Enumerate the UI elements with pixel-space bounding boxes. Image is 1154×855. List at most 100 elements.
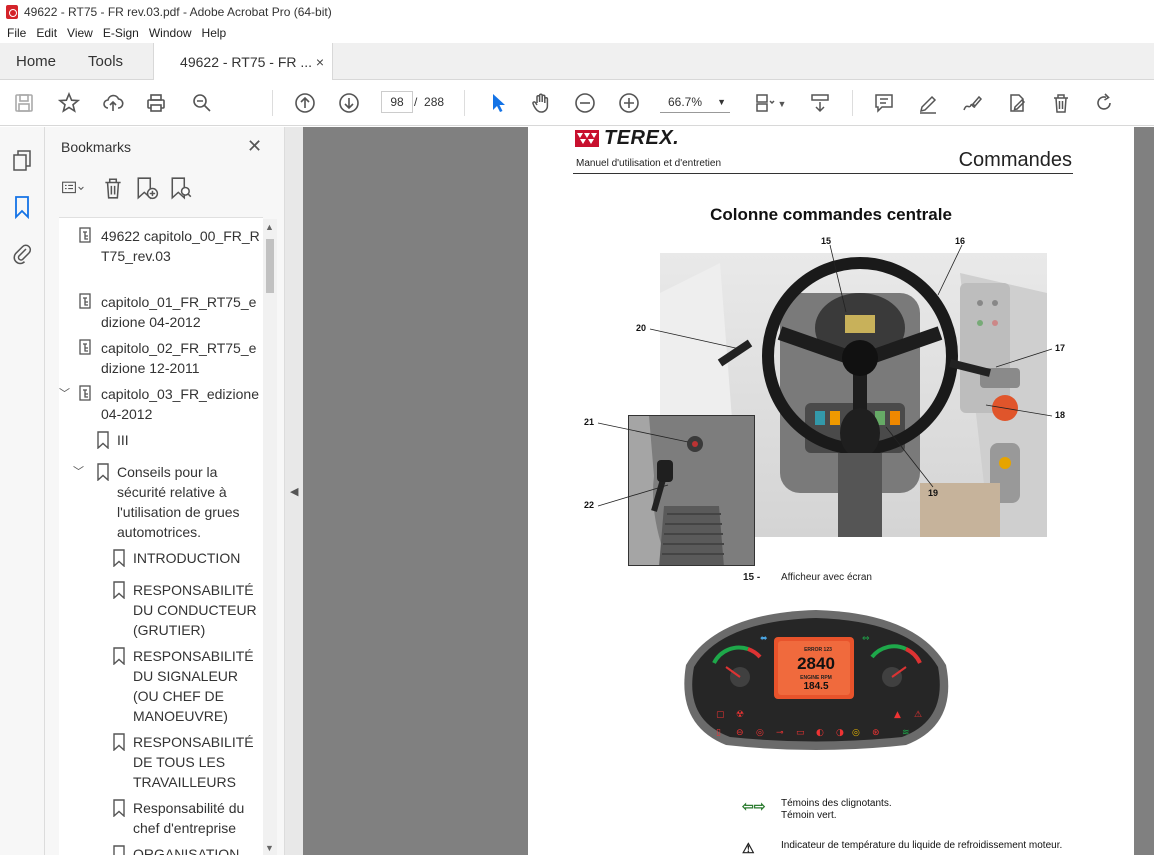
bookmark-label: ORGANISATION <box>133 846 240 855</box>
star-icon[interactable] <box>57 92 81 114</box>
svg-text:◑: ◑ <box>836 728 844 738</box>
fit-chevron-down-icon[interactable]: ▼ <box>777 93 787 115</box>
bookmark-label: Responsabilité du chef d'entreprise <box>133 800 245 836</box>
bookmark-icon <box>111 581 127 600</box>
page-number-input[interactable]: 98 <box>381 91 413 113</box>
close-icon[interactable]: ✕ <box>247 136 262 157</box>
delete-bookmark-icon[interactable] <box>101 176 125 200</box>
title-bar: 49622 - RT75 - FR rev.03.pdf - Adobe Acr… <box>0 0 1154 23</box>
trash-icon[interactable] <box>1049 92 1073 114</box>
bookmark-label: RESPONSABILITÉ DU SIGNALEUR (OU CHEF DE … <box>133 648 254 724</box>
zoom-select[interactable]: 66.7% ▼ <box>660 91 730 113</box>
menu-bar: File Edit View E-Sign Window Help <box>0 23 1154 43</box>
bookmarks-icon[interactable] <box>11 195 33 220</box>
bookmark-tree-icon <box>79 339 95 357</box>
page-down-icon[interactable] <box>337 92 361 114</box>
svg-text:⊸: ⊸ <box>776 728 784 738</box>
menu-edit[interactable]: Edit <box>31 26 62 40</box>
bookmark-icon <box>111 647 127 666</box>
menu-window[interactable]: Window <box>144 26 197 40</box>
scroll-mode-icon[interactable] <box>808 92 832 114</box>
turn-signal-icon: ⇦⇨ <box>742 798 766 814</box>
document-view[interactable]: TEREX. Manuel d'utilisation et d'entreti… <box>303 127 1154 855</box>
chevron-down-icon[interactable]: ﹀ <box>73 462 84 482</box>
bookmark-icon <box>111 845 127 855</box>
attachments-icon[interactable] <box>11 241 33 265</box>
bookmark-icon <box>111 733 127 752</box>
rotate-icon[interactable] <box>1092 92 1116 114</box>
zoom-out-icon[interactable] <box>573 92 597 114</box>
bookmark-label: capitolo_02_FR_RT75_edizione 12-2011 <box>101 340 257 376</box>
scroll-thumb[interactable] <box>266 239 274 293</box>
svg-text:◎: ◎ <box>852 728 860 738</box>
sign-icon[interactable] <box>960 92 984 114</box>
page-thumbnails-icon[interactable] <box>11 149 33 173</box>
page-total: / 288 <box>414 95 444 109</box>
bookmark-label: Conseils pour la sécurité relative à l'u… <box>117 464 240 540</box>
toolbar-divider <box>272 90 273 116</box>
menu-help[interactable]: Help <box>197 26 232 40</box>
scroll-down-icon[interactable]: ▼ <box>265 843 274 853</box>
bookmark-label: RESPONSABILITÉ DU CONDUCTEUR (GRUTIER) <box>133 582 257 638</box>
cloud-upload-icon[interactable] <box>101 92 125 114</box>
bookmarks-panel: Bookmarks ✕ 49622 capitolo_00_FR_RT75_re… <box>45 127 285 855</box>
pdf-page: TEREX. Manuel d'utilisation et d'entreti… <box>528 127 1134 855</box>
bookmarks-scrollbar[interactable]: ▲ ▼ <box>263 219 277 855</box>
bookmark-label: INTRODUCTION <box>133 550 241 566</box>
edit-pdf-icon[interactable] <box>1005 92 1029 114</box>
svg-text:▲: ▲ <box>894 710 901 720</box>
zoom-search-icon[interactable] <box>190 92 214 114</box>
scroll-up-icon[interactable]: ▲ <box>265 222 274 232</box>
bookmark-icon <box>111 799 127 818</box>
tab-document[interactable]: 49622 - RT75 - FR ... × <box>153 43 334 80</box>
bookmark-icon <box>95 463 111 482</box>
bookmark-label: capitolo_03_FR_edizione 04-2012 <box>101 386 259 422</box>
fit-page-icon[interactable] <box>752 92 776 114</box>
menu-view[interactable]: View <box>62 26 98 40</box>
tab-tools[interactable]: Tools <box>70 43 137 79</box>
hand-tool-icon[interactable] <box>529 92 553 114</box>
acrobat-icon <box>6 4 18 19</box>
bookmarks-title: Bookmarks <box>61 139 132 155</box>
page-up-icon[interactable] <box>293 92 317 114</box>
page-total-count: 288 <box>424 95 445 109</box>
print-icon[interactable] <box>144 92 168 114</box>
legend-coolant-text: Indicateur de température du liquide de … <box>781 840 1063 851</box>
save-icon[interactable] <box>12 92 36 114</box>
chevron-down-icon[interactable]: ﹀ <box>59 384 70 404</box>
chevron-down-icon: ▼ <box>717 97 726 107</box>
toolbar-divider <box>852 90 853 116</box>
comment-icon[interactable] <box>872 92 896 114</box>
bookmark-label: 49622 capitolo_00_FR_RT75_rev.03 <box>101 228 260 264</box>
zoom-value: 66.7% <box>668 95 703 109</box>
coolant-temperature-icon: ⚠ <box>742 840 755 855</box>
select-cursor-icon[interactable] <box>486 92 510 114</box>
tab-home[interactable]: Home <box>0 43 70 79</box>
menu-file[interactable]: File <box>2 26 31 40</box>
navigation-rail <box>0 127 45 855</box>
display-error-text: ERROR 123 <box>804 647 832 653</box>
svg-text:◐: ◐ <box>816 728 824 738</box>
bookmark-icon <box>95 431 111 450</box>
callout-leader-lines <box>597 244 1053 507</box>
bookmark-label: III <box>117 432 129 448</box>
menu-esign[interactable]: E-Sign <box>98 26 144 40</box>
bookmarks-toolbar <box>61 175 193 201</box>
find-bookmark-icon[interactable] <box>169 176 193 200</box>
tab-close-icon[interactable]: × <box>316 54 324 70</box>
tab-bar: Home Tools 49622 - RT75 - FR ... × <box>0 43 1154 80</box>
collapse-panel-icon[interactable]: ◀ <box>290 485 298 498</box>
window-title: 49622 - RT75 - FR rev.03.pdf - Adobe Acr… <box>24 4 332 19</box>
svg-text:⊛: ⊛ <box>872 728 880 738</box>
svg-text:▭: ▭ <box>796 728 805 738</box>
svg-text:☢: ☢ <box>736 710 744 720</box>
zoom-in-icon[interactable] <box>617 92 641 114</box>
svg-text:⇔: ⇔ <box>862 634 870 644</box>
caption-number: 15 - <box>743 572 761 583</box>
bookmark-options-icon[interactable] <box>61 176 85 200</box>
panel-splitter[interactable]: ◀ <box>285 127 303 855</box>
bookmark-label: RESPONSABILITÉ DE TOUS LES TRAVAILLEURS <box>133 734 254 790</box>
new-bookmark-icon[interactable] <box>135 176 159 200</box>
highlight-pen-icon[interactable] <box>916 92 940 114</box>
bookmark-label: capitolo_01_FR_RT75_edizione 04-2012 <box>101 294 257 330</box>
